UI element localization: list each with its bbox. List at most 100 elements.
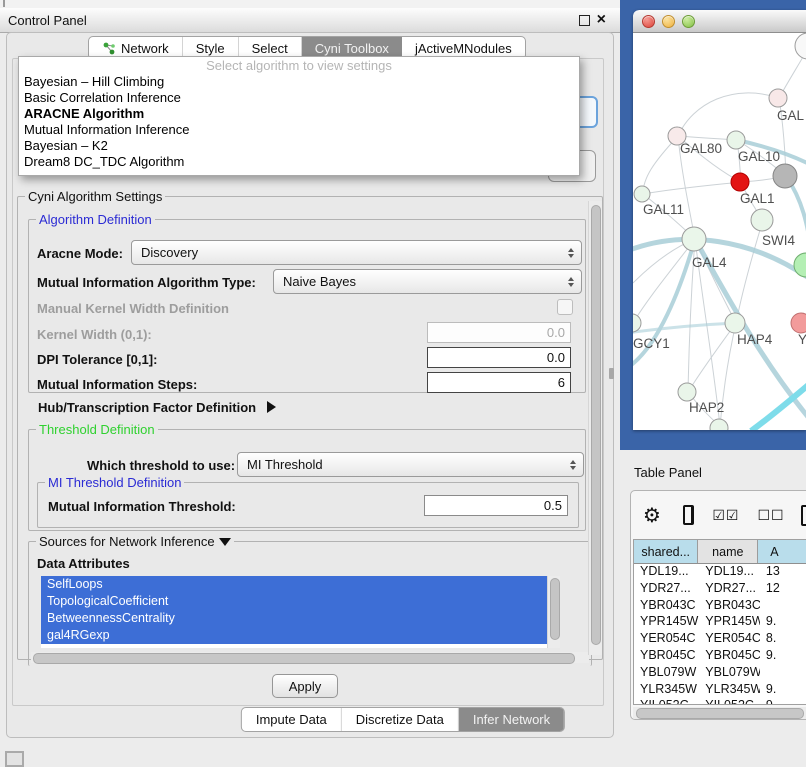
- control-panel-titlebar: Control Panel ×: [0, 8, 620, 33]
- popup-placeholder: Select algorithm to view settings: [19, 57, 579, 74]
- node-gcy1: [633, 314, 641, 332]
- minimized-panel-icon[interactable]: [5, 751, 24, 767]
- dpi-tolerance-field[interactable]: [427, 347, 571, 368]
- svg-text:GAL11: GAL11: [643, 202, 684, 217]
- tab-infer-network[interactable]: Infer Network: [459, 708, 564, 731]
- mi-type-label: Mutual Information Algorithm Type:: [37, 275, 256, 290]
- attributes-list-vscrollbar[interactable]: [547, 576, 560, 648]
- svg-text:GAL: GAL: [777, 108, 805, 123]
- table-row[interactable]: YER054C YER054C 8.: [634, 631, 806, 648]
- aracne-mode-label: Aracne Mode:: [37, 246, 123, 261]
- attribute-item[interactable]: gal4RGexp: [41, 627, 547, 644]
- new-table-icon[interactable]: [801, 505, 806, 526]
- algorithm-definition-title: Algorithm Definition: [36, 212, 155, 227]
- attribute-item[interactable]: SelfLoops: [41, 576, 547, 593]
- node-gal1-red: [731, 173, 749, 191]
- mi-steps-field[interactable]: [427, 372, 571, 393]
- algorithm-option[interactable]: Basic Correlation Inference: [19, 90, 579, 106]
- which-threshold-combo[interactable]: MI Threshold: [237, 452, 584, 477]
- collapse-down-icon: [219, 538, 231, 546]
- hub-definition-toggle[interactable]: Hub/Transcription Factor Definition: [38, 400, 276, 415]
- table-row[interactable]: YPR145W YPR145W 9.: [634, 614, 806, 631]
- network-window-titlebar[interactable]: [633, 10, 806, 33]
- table-row[interactable]: YDR27... YDR27... 12: [634, 581, 806, 598]
- node-swi4: [751, 209, 773, 231]
- table-row[interactable]: YDL19... YDL19... 13: [634, 564, 806, 581]
- close-panel-icon[interactable]: ×: [597, 15, 606, 25]
- kernel-width-field[interactable]: [427, 322, 571, 343]
- network-canvas[interactable]: GAL GAL80 GAL10 GAL1 GAL11 SWI4 GAL4 GCY…: [633, 33, 806, 430]
- node-table: shared... name A YDL19... YDL19... 13 YD…: [633, 539, 806, 705]
- attribute-item[interactable]: BetweennessCentrality: [41, 610, 547, 627]
- data-attributes-label: Data Attributes: [37, 556, 130, 571]
- cyni-settings-title: Cyni Algorithm Settings: [25, 189, 165, 204]
- node-gal: [769, 89, 787, 107]
- apply-button[interactable]: Apply: [272, 674, 338, 698]
- table-row[interactable]: YBR043C YBR043C: [634, 598, 806, 615]
- sources-title[interactable]: Sources for Network Inference: [36, 534, 234, 549]
- mi-type-combo[interactable]: Naive Bayes: [273, 269, 582, 294]
- deselect-all-columns-icon[interactable]: ☐☐: [757, 507, 784, 524]
- combo-arrows-icon: [568, 248, 574, 258]
- node-hap2: [678, 383, 696, 401]
- settings-vscrollbar[interactable]: [588, 201, 602, 655]
- mi-threshold-definition-title: MI Threshold Definition: [45, 475, 184, 490]
- aracne-mode-combo[interactable]: Discovery: [131, 240, 582, 265]
- algorithm-option[interactable]: Bayesian – K2: [19, 138, 579, 154]
- algorithm-definition-group: Algorithm Definition Aracne Mode: Discov…: [28, 219, 586, 393]
- node-green-bright: [794, 253, 806, 277]
- tab-impute-data[interactable]: Impute Data: [242, 708, 342, 731]
- table-panel-title: Table Panel: [634, 465, 702, 480]
- which-threshold-label: Which threshold to use:: [87, 458, 235, 473]
- column-layout-icon[interactable]: [683, 505, 694, 525]
- threshold-definition-group: Threshold Definition Which threshold to …: [28, 429, 586, 531]
- node-salmon: [791, 313, 806, 333]
- tab-network-label: Network: [121, 41, 169, 56]
- combo-arrows-icon: [568, 277, 574, 287]
- column-header-name[interactable]: name: [698, 540, 758, 563]
- float-panel-icon[interactable]: [579, 15, 590, 26]
- close-window-icon[interactable]: [642, 15, 655, 28]
- panel-splitter-handle[interactable]: [609, 368, 614, 379]
- table-panel: ⚙ ☑☑ ☐☐ shared... name A YDL19... YDL19.…: [630, 490, 806, 720]
- algorithm-option[interactable]: Mutual Information Inference: [19, 122, 579, 138]
- mi-steps-label: Mutual Information Steps:: [37, 377, 197, 392]
- top-strip-mark: [3, 0, 5, 7]
- table-hscrollbar[interactable]: [633, 707, 806, 719]
- combo-arrows-icon: [570, 460, 576, 470]
- algorithm-option[interactable]: Bayesian – Hill Climbing: [19, 74, 579, 90]
- algorithm-select-popup: Select algorithm to view settings Bayesi…: [18, 56, 580, 176]
- column-header-partial[interactable]: A: [758, 540, 806, 563]
- attributes-list-hscrollbar[interactable]: [31, 652, 589, 663]
- select-all-columns-icon[interactable]: ☑☑: [712, 507, 739, 524]
- bottom-tabbar: Impute Data Discretize Data Infer Networ…: [241, 707, 565, 732]
- table-row[interactable]: YBR045C YBR045C 9.: [634, 648, 806, 665]
- mi-threshold-field[interactable]: [424, 495, 568, 516]
- node-gal4: [682, 227, 706, 251]
- control-panel-title: Control Panel: [0, 13, 87, 28]
- table-row[interactable]: YLR345W YLR345W 9.: [634, 682, 806, 699]
- tab-discretize-data[interactable]: Discretize Data: [342, 708, 459, 731]
- svg-text:HAP2: HAP2: [689, 400, 724, 415]
- zoom-window-icon[interactable]: [682, 15, 695, 28]
- node-gray: [773, 164, 797, 188]
- gear-icon[interactable]: ⚙: [643, 503, 661, 528]
- table-row[interactable]: YBL079W YBL079W: [634, 665, 806, 682]
- table-body: YDL19... YDL19... 13 YDR27... YDR27... 1…: [634, 564, 806, 704]
- svg-text:GAL4: GAL4: [692, 255, 727, 270]
- dpi-tolerance-label: DPI Tolerance [0,1]:: [37, 352, 157, 367]
- network-view-window: GAL GAL80 GAL10 GAL1 GAL11 SWI4 GAL4 GCY…: [633, 10, 806, 430]
- table-row[interactable]: YIL052C YIL052C 9: [634, 698, 806, 704]
- svg-text:HAP4: HAP4: [737, 332, 773, 347]
- node-partial-bottom: [710, 419, 728, 430]
- mi-threshold-definition-group: MI Threshold Definition Mutual Informati…: [37, 482, 579, 528]
- cyni-algorithm-settings-group: Cyni Algorithm Settings Algorithm Defini…: [17, 196, 603, 660]
- minimize-window-icon[interactable]: [662, 15, 675, 28]
- column-header-shared-name[interactable]: shared...: [634, 540, 698, 563]
- manual-kernel-checkbox[interactable]: [557, 299, 573, 315]
- network-nodes: [633, 33, 806, 430]
- attribute-item[interactable]: TopologicalCoefficient: [41, 593, 547, 610]
- algorithm-option[interactable]: Dream8 DC_TDC Algorithm: [19, 154, 579, 170]
- node-gal10: [727, 131, 745, 149]
- algorithm-option-selected[interactable]: ARACNE Algorithm: [19, 106, 579, 122]
